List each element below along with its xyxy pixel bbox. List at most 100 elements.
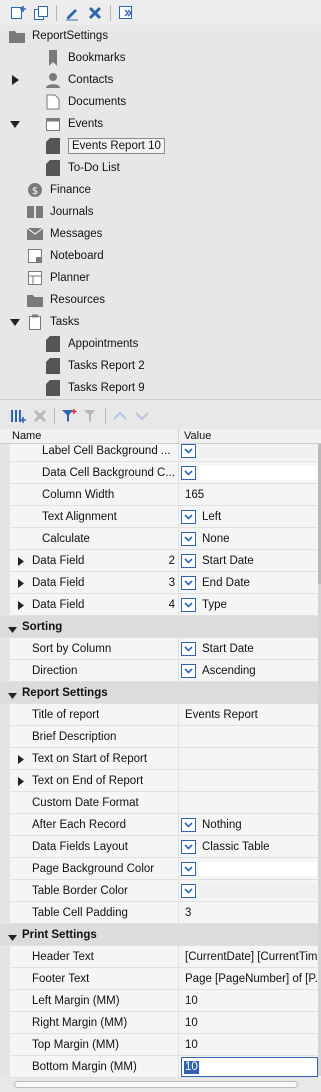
property-row[interactable]: Left Margin (MM) 10 [0,990,318,1012]
property-value[interactable] [178,462,318,484]
property-value[interactable] [178,726,318,748]
expand-arrow-icon[interactable] [18,557,24,569]
tree-item-tasks[interactable]: Tasks [10,311,79,333]
dropdown-button[interactable] [181,664,196,678]
property-row[interactable]: Text on Start of Report [0,748,318,770]
property-value[interactable]: Left [178,506,318,528]
horizontal-scrollbar-thumb[interactable] [14,1081,298,1088]
remove-column-button[interactable] [30,406,50,426]
property-value[interactable] [178,858,318,880]
collapse-arrow-icon[interactable] [10,317,20,327]
property-row[interactable]: Data Cell Background C... [0,462,318,484]
expand-arrow-icon[interactable] [18,601,24,613]
color-dropdown-button[interactable] [181,444,196,458]
property-row-data-field[interactable]: Data Field 4 Type [0,594,318,616]
expand-arrow-icon[interactable] [18,755,24,767]
dropdown-button[interactable] [181,576,196,590]
property-value[interactable] [178,748,318,770]
category-report-settings[interactable]: Report Settings [0,682,318,704]
expand-arrow-icon[interactable] [18,579,24,591]
expand-arrow-icon[interactable] [18,777,24,789]
tree-item-journals[interactable]: Journals [26,201,93,223]
category-sorting[interactable]: Sorting [0,616,318,638]
property-row[interactable]: Right Margin (MM) 10 [0,1012,318,1034]
column-header-name[interactable]: Name [12,430,41,442]
move-down-button[interactable] [132,406,152,426]
tree-item-tasks-report-9[interactable]: Tasks Report 9 [44,377,145,399]
dropdown-button[interactable] [181,532,196,546]
property-value[interactable]: Start Date [178,550,318,572]
add-report-button[interactable] [8,3,28,23]
property-row[interactable]: Table Border Color [0,880,318,902]
property-value[interactable]: 10 [178,1012,318,1034]
copy-report-button[interactable] [31,3,51,23]
property-grid[interactable]: Label Cell Background ... Data Cell Back… [0,444,321,1078]
dropdown-button[interactable] [181,510,196,524]
run-report-button[interactable] [116,3,136,23]
property-row[interactable]: Data Fields Layout Classic Table [0,836,318,858]
tree-item-tasks-report-2[interactable]: Tasks Report 2 [44,355,145,377]
tree-item-messages[interactable]: Messages [26,223,102,245]
property-row[interactable]: Label Cell Background ... [0,444,318,462]
property-row-data-field[interactable]: Data Field 2 Start Date [0,550,318,572]
dropdown-button[interactable] [181,642,196,656]
tree-root[interactable]: ReportSettings [8,25,108,47]
property-row[interactable]: Direction Ascending [0,660,318,682]
tree-item-appointments[interactable]: Appointments [44,333,138,355]
property-value[interactable] [178,770,318,792]
tree-item-documents[interactable]: Documents [44,91,126,113]
tree-item-events[interactable]: Events [10,113,103,135]
property-value[interactable]: 10 [178,1056,318,1078]
tree-item-todo-list[interactable]: To-Do List [44,157,120,179]
property-row[interactable]: Table Cell Padding 3 [0,902,318,924]
move-up-button[interactable] [110,406,130,426]
property-value[interactable] [178,792,318,814]
tree-item-finance[interactable]: $ Finance [26,179,91,201]
property-value[interactable]: End Date [178,572,318,594]
property-value[interactable]: Ascending [178,660,318,682]
property-row[interactable]: Bottom Margin (MM) 10 [0,1056,318,1078]
expand-arrow-icon[interactable] [10,75,20,85]
add-filter-button[interactable] [59,406,79,426]
column-header-value[interactable]: Value [184,430,211,442]
property-row[interactable]: Custom Date Format [0,792,318,814]
property-value[interactable]: None [178,528,318,550]
tree-item-noteboard[interactable]: Noteboard [26,245,104,267]
collapse-arrow-icon[interactable] [8,932,17,944]
property-value[interactable]: Classic Table [178,836,318,858]
color-dropdown-button[interactable] [181,884,196,898]
tree-item-planner[interactable]: Planner [26,267,90,289]
property-row[interactable]: Top Margin (MM) 10 [0,1034,318,1056]
property-row[interactable]: Sort by Column Start Date [0,638,318,660]
property-row[interactable]: Text Alignment Left [0,506,318,528]
property-value[interactable] [178,444,318,462]
dropdown-button[interactable] [181,818,196,832]
collapse-arrow-icon[interactable] [8,690,17,702]
property-row[interactable]: Column Width 165 [0,484,318,506]
edit-report-button[interactable] [62,3,82,23]
dropdown-button[interactable] [181,598,196,612]
dropdown-button[interactable] [181,554,196,568]
category-print-settings[interactable]: Print Settings [0,924,318,946]
property-row[interactable]: Page Background Color [0,858,318,880]
bottom-margin-input[interactable]: 10 [181,1057,318,1077]
property-row[interactable]: After Each Record Nothing [0,814,318,836]
color-dropdown-button[interactable] [181,466,196,480]
property-row[interactable]: Text on End of Report [0,770,318,792]
tree-item-contacts[interactable]: Contacts [11,69,113,91]
property-value[interactable]: Events Report [178,704,318,726]
property-value[interactable]: Start Date [178,638,318,660]
property-value[interactable]: Page [PageNumber] of [P... [178,968,318,990]
collapse-arrow-icon[interactable] [8,624,17,636]
property-row[interactable]: Header Text [CurrentDate] [CurrentTim... [0,946,318,968]
property-value[interactable] [178,880,318,902]
remove-filter-button[interactable] [81,406,101,426]
property-row[interactable]: Calculate None [0,528,318,550]
property-value[interactable]: Nothing [178,814,318,836]
tree-item-resources[interactable]: Resources [26,289,105,311]
tree-item-events-report-10[interactable]: Events Report 10 [44,135,165,157]
property-value[interactable]: 165 [178,484,318,506]
report-tree[interactable]: ReportSettings Bookmarks Contacts Docume… [0,25,321,400]
color-dropdown-button[interactable] [181,862,196,876]
property-value[interactable]: [CurrentDate] [CurrentTim... [178,946,318,968]
